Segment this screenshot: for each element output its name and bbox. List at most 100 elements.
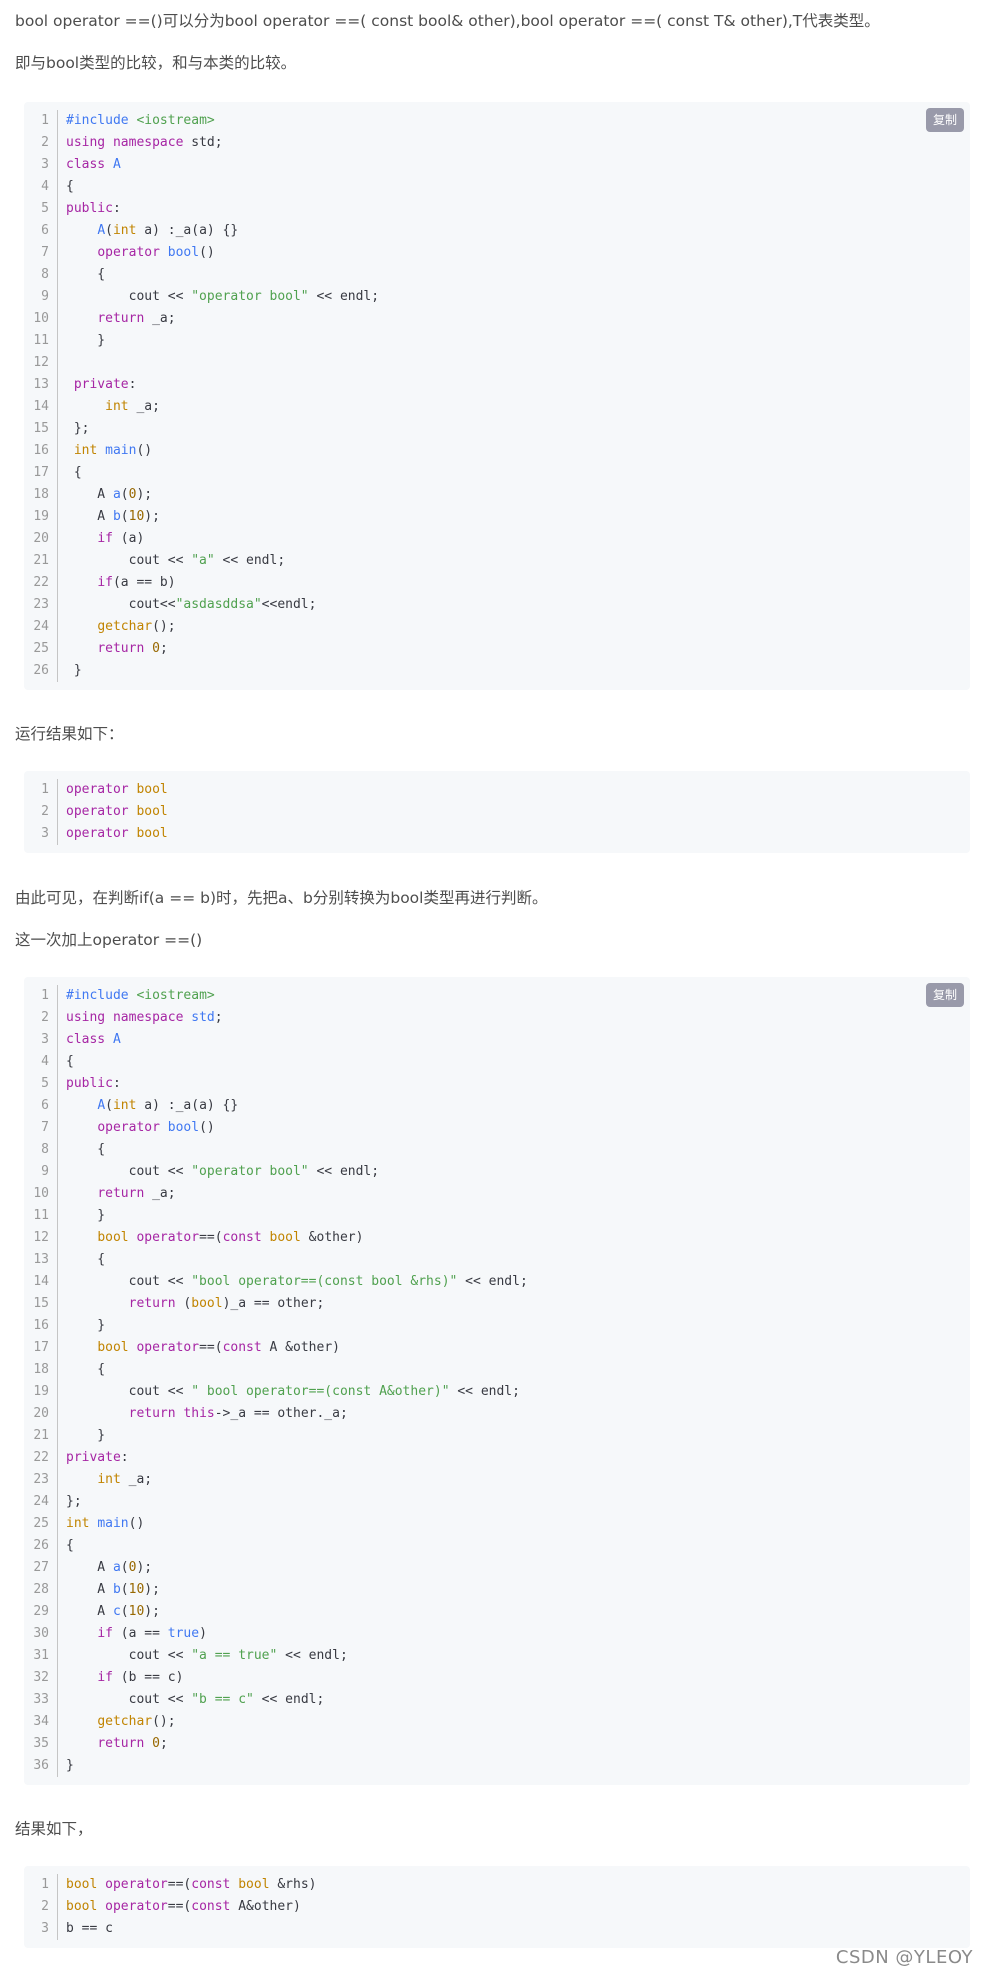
line-number: 2 [24,1896,58,1918]
code-token: return [128,1406,176,1421]
line-number: 12 [24,1227,58,1249]
line-number: 26 [24,660,58,682]
code-token: "a" [191,553,215,568]
code-line: 15 }; [24,418,970,440]
code-token: A [97,223,106,238]
line-number: 18 [24,1359,58,1381]
code-text: class A [58,1029,121,1051]
code-text: } [58,660,82,682]
code-text: #include <iostream> [58,110,215,132]
code-token: (); [152,619,176,634]
code-token: &rhs) [269,1877,317,1892]
code-text: int main() [58,440,152,462]
line-number: 5 [24,198,58,220]
code-token: }; [66,421,90,436]
code-token: this [183,1406,215,1421]
code-token: bool [136,826,168,841]
code-token: cout << [66,1384,192,1399]
code-token: public [66,201,113,216]
line-number: 19 [24,506,58,528]
code-token: (a) [112,531,145,546]
code-token: b == c [66,1921,113,1936]
code-token: : [112,1076,121,1091]
code-token: a) :_a(a) {} [136,223,239,238]
line-number: 26 [24,1535,58,1557]
code-text: getchar(); [58,1711,175,1733]
code-line: 14 cout << "bool operator==(const bool &… [24,1271,970,1293]
code-token: &other) [300,1230,364,1245]
code-text: A b(10); [58,1579,160,1601]
line-number: 13 [24,374,58,396]
code-line: 8 { [24,264,970,286]
line-number: 14 [24,1271,58,1293]
code-line: 6 A(int a) :_a(a) {} [24,1095,970,1117]
code-text: return _a; [58,308,175,330]
code-line: 17 bool operator==(const A &other) [24,1337,970,1359]
code-text: operator bool [58,823,168,845]
code-token: ==( [199,1230,223,1245]
line-number: 21 [24,1425,58,1447]
code-token: cout << [66,553,192,568]
code-token: " bool operator==(const A&other)" [191,1384,450,1399]
code-line: 26 } [24,660,970,682]
line-number: 17 [24,1337,58,1359]
code-line: 22 private: [24,1447,970,1469]
code-text: A(int a) :_a(a) {} [58,1095,238,1117]
code-token: return [97,1186,145,1201]
intro-paragraph: bool operator ==()可以分为bool operator ==( … [15,12,880,30]
code-token: << endl; [277,1648,348,1663]
code-text: private: [58,374,137,396]
code-line: 1 #include <iostream> [24,110,970,132]
copy-code-button[interactable]: 复制 [925,108,964,132]
code-token: bool [66,1899,98,1914]
code-token: std; [183,135,223,150]
code-token: a [112,487,121,502]
code-token: #include [66,113,137,128]
code-token: getchar [97,619,153,634]
code-token: "asdasddsa" [175,597,262,612]
line-number: 3 [24,1029,58,1051]
code-line: 10 return _a; [24,308,970,330]
line-number: 15 [24,418,58,440]
line-number: 2 [24,1007,58,1029]
code-text: { [58,1051,74,1073]
code-token: 10 [128,1582,145,1597]
code-token: << endl; [308,1164,380,1179]
code-text: private: [58,1447,129,1469]
code-line: 3 class A [24,1029,970,1051]
code-line: 23 cout<<"asdasddsa"<<endl; [24,594,970,616]
code-token: } [66,663,82,678]
code-token: )_a == other; [222,1296,325,1311]
line-number: 6 [24,220,58,242]
line-number: 9 [24,286,58,308]
line-number: 1 [24,779,58,801]
code-token: operator [105,1899,168,1914]
code-token: a [112,1560,121,1575]
code-line: 2 using namespace std; [24,132,970,154]
code-line: 13 private: [24,374,970,396]
code-text: int _a; [58,396,160,418]
code-token: cout << [66,1648,192,1663]
code-line: 24 getchar(); [24,616,970,638]
code-token: cout<< [66,597,176,612]
code-token: : [128,377,137,392]
code-token: ( [175,1296,192,1311]
code-line: 19 A b(10); [24,506,970,528]
code-text: cout << "operator bool" << endl; [58,1161,379,1183]
code-token: (a == [112,1626,168,1641]
code-text: bool operator==(const A&other) [58,1896,301,1918]
code-token: <<endl; [261,597,317,612]
code-token: ; [159,1736,168,1751]
code-token: ); [144,1604,160,1619]
code-token: }; [66,1494,82,1509]
copy-code-button[interactable]: 复制 [925,983,964,1007]
code-token: A [112,1032,121,1047]
